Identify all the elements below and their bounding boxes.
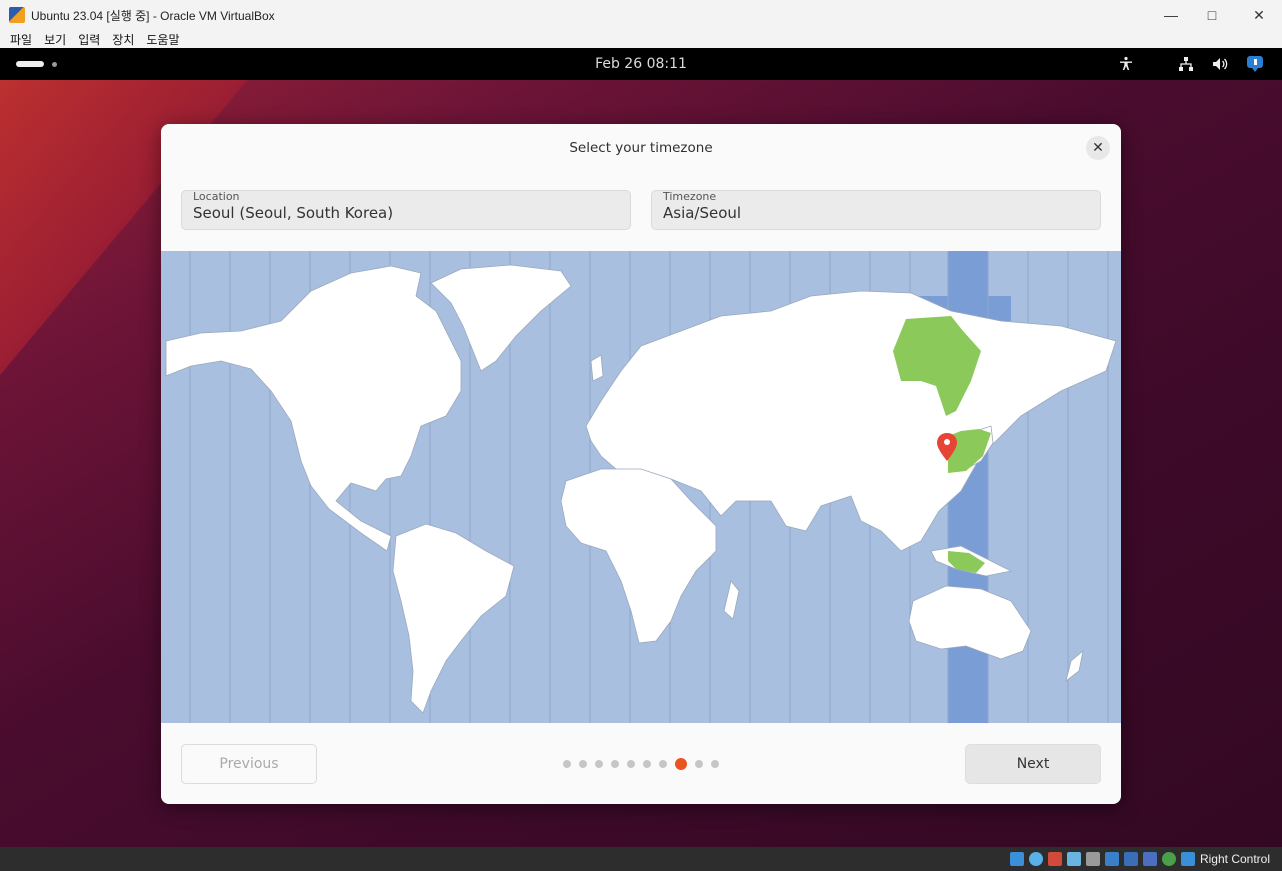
menu-help[interactable]: 도움말 [140, 31, 185, 48]
virtualbox-app-icon [9, 7, 25, 23]
progress-dot-active [675, 758, 687, 770]
progress-dot [579, 760, 587, 768]
network-adapter-icon[interactable] [1066, 852, 1081, 866]
menu-view[interactable]: 보기 [38, 31, 72, 48]
activities-indicator[interactable] [16, 61, 57, 67]
north-america [165, 265, 462, 552]
host-window-title: Ubuntu 23.04 [실행 중] - Oracle VM VirtualB… [31, 8, 275, 23]
host-menubar: 파일 보기 입력 장치 도움말 [0, 30, 1282, 48]
progress-dot [627, 760, 635, 768]
uk [590, 354, 604, 382]
recording-icon[interactable] [1142, 852, 1157, 866]
menu-file[interactable]: 파일 [0, 31, 38, 48]
progress-dot [595, 760, 603, 768]
gnome-top-bar: Feb 26 08:11 [0, 48, 1282, 80]
progress-dot [611, 760, 619, 768]
maximize-icon[interactable]: □ [1189, 0, 1235, 30]
minimize-icon[interactable]: — [1148, 0, 1194, 30]
cpu-icon[interactable] [1161, 852, 1176, 866]
network-icon[interactable] [1178, 56, 1194, 72]
location-label: Location [193, 190, 240, 203]
system-tray [1118, 48, 1266, 80]
menu-devices[interactable]: 장치 [106, 31, 140, 48]
close-icon[interactable]: ✕ [1086, 136, 1110, 160]
host-close-icon[interactable]: ✕ [1236, 0, 1282, 30]
usb-icon[interactable] [1085, 852, 1100, 866]
host-statusbar: Right Control [0, 847, 1282, 871]
shared-folder-icon[interactable] [1104, 852, 1119, 866]
volume-icon[interactable] [1212, 56, 1228, 72]
workspace-dot [52, 61, 57, 67]
timezone-value[interactable]: Asia/Seoul [663, 204, 741, 222]
timezone-map[interactable] [161, 251, 1121, 723]
menu-input[interactable]: 입력 [72, 31, 106, 48]
world-map[interactable] [161, 251, 1121, 723]
next-button[interactable]: Next [965, 744, 1101, 784]
notification-icon[interactable] [1246, 55, 1266, 73]
location-value[interactable]: Seoul (Seoul, South Korea) [193, 204, 393, 222]
guest-desktop: Feb 26 08:11 Select your timezone ✕ Loca… [0, 48, 1282, 847]
madagascar [723, 580, 740, 620]
progress-dot [695, 760, 703, 768]
timezone-label: Timezone [663, 190, 717, 203]
africa [560, 468, 717, 644]
dialog-title: Select your timezone [569, 140, 713, 156]
progress-dot [563, 760, 571, 768]
storage-icon[interactable] [1009, 852, 1024, 866]
host-key-label: Right Control [1199, 852, 1270, 866]
audio-icon[interactable] [1047, 852, 1062, 866]
progress-dot [659, 760, 667, 768]
accessibility-icon[interactable] [1118, 56, 1134, 72]
host-titlebar: Ubuntu 23.04 [실행 중] - Oracle VM VirtualB… [0, 0, 1282, 30]
timezone-field[interactable]: Timezone Asia/Seoul [651, 190, 1101, 230]
display-icon[interactable] [1123, 852, 1138, 866]
clock[interactable]: Feb 26 08:11 [595, 56, 687, 72]
optical-drive-icon[interactable] [1028, 852, 1043, 866]
workspace-pill [16, 61, 44, 67]
new-zealand [1065, 649, 1084, 683]
location-field[interactable]: Location Seoul (Seoul, South Korea) [181, 190, 631, 230]
mouse-integration-icon[interactable] [1180, 852, 1195, 866]
progress-dot [711, 760, 719, 768]
south-america [392, 523, 515, 714]
timezone-dialog: Select your timezone ✕ Location Seoul (S… [161, 124, 1121, 804]
progress-dot [643, 760, 651, 768]
